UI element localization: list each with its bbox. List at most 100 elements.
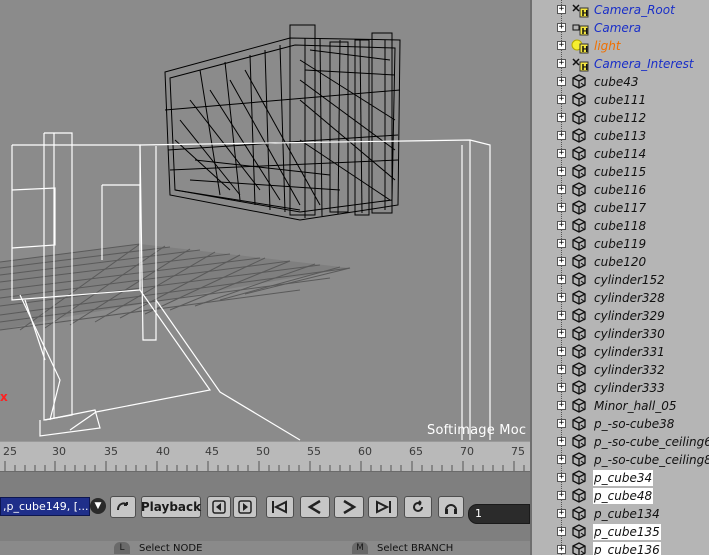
explorer-item[interactable]: + p_cube34: [532, 469, 709, 487]
explorer-item[interactable]: + cylinder152: [532, 271, 709, 289]
expand-icon[interactable]: +: [557, 491, 566, 500]
expand-icon[interactable]: +: [557, 149, 566, 158]
expand-icon[interactable]: +: [557, 23, 566, 32]
explorer-item[interactable]: + p_cube136: [532, 541, 709, 555]
explorer-item[interactable]: + cylinder332: [532, 361, 709, 379]
rewind-icon: [272, 500, 287, 514]
mouse-left-key: L: [114, 542, 130, 554]
expand-icon[interactable]: +: [557, 41, 566, 50]
explorer-item[interactable]: + cube120: [532, 253, 709, 271]
expand-icon[interactable]: +: [557, 383, 566, 392]
timeline[interactable]: 25 30 35 40 45 50 55 60 65 70 75: [0, 441, 530, 471]
light-icon: H: [571, 38, 589, 54]
viewport-scene[interactable]: [0, 0, 530, 441]
explorer-item[interactable]: + p_cube134: [532, 505, 709, 523]
expand-icon[interactable]: +: [557, 347, 566, 356]
explorer-item[interactable]: + cube111: [532, 91, 709, 109]
expand-icon[interactable]: +: [557, 473, 566, 482]
rewind-button[interactable]: [266, 496, 294, 518]
svg-text:H: H: [582, 27, 589, 36]
expand-icon[interactable]: +: [557, 275, 566, 284]
explorer-item[interactable]: + cylinder331: [532, 343, 709, 361]
expand-icon[interactable]: +: [557, 113, 566, 122]
expand-icon[interactable]: +: [557, 437, 566, 446]
explorer-item[interactable]: + cylinder329: [532, 307, 709, 325]
expand-icon[interactable]: +: [557, 59, 566, 68]
expand-icon[interactable]: +: [557, 419, 566, 428]
explorer-item[interactable]: + p_-so-cube_ceiling8: [532, 451, 709, 469]
explorer-item-label: cylinder330: [594, 327, 665, 341]
expand-icon[interactable]: +: [557, 5, 566, 14]
polymesh-icon: [571, 380, 589, 396]
expand-icon[interactable]: +: [557, 311, 566, 320]
expand-icon[interactable]: +: [557, 293, 566, 302]
play-backward-button[interactable]: [300, 496, 330, 518]
expand-icon[interactable]: +: [557, 131, 566, 140]
explorer-item[interactable]: + p_cube48: [532, 487, 709, 505]
expand-icon[interactable]: +: [557, 257, 566, 266]
expand-icon[interactable]: +: [557, 329, 566, 338]
explorer-item[interactable]: + cube113: [532, 127, 709, 145]
current-frame-field[interactable]: 1: [468, 504, 530, 524]
explorer-item[interactable]: + Minor_hall_05: [532, 397, 709, 415]
explorer-item[interactable]: + cube116: [532, 181, 709, 199]
status-select-branch: Select BRANCH: [377, 543, 454, 554]
loop-button[interactable]: [110, 496, 136, 518]
expand-icon[interactable]: +: [557, 365, 566, 374]
play-forward-icon: [343, 499, 357, 515]
timeline-frame-label: 75: [511, 445, 525, 458]
loop-toggle-button[interactable]: [404, 496, 432, 518]
scene-explorer[interactable]: + H Camera_Root + H Camera + Hlight + H Camera_Int…: [530, 0, 709, 555]
explorer-item[interactable]: + cylinder333: [532, 379, 709, 397]
first-frame-button[interactable]: [207, 496, 231, 518]
timeline-frame-label: 55: [307, 445, 321, 458]
explorer-item[interactable]: + H Camera_Interest: [532, 55, 709, 73]
polymesh-icon: [571, 272, 589, 288]
mouse-middle-key: M: [352, 542, 368, 554]
explorer-item[interactable]: + H Camera_Root: [532, 1, 709, 19]
explorer-item-label: cube43: [594, 75, 639, 89]
camera-icon: H: [571, 20, 589, 36]
explorer-item[interactable]: + cube114: [532, 145, 709, 163]
explorer-item[interactable]: + H Camera: [532, 19, 709, 37]
explorer-item[interactable]: + cube117: [532, 199, 709, 217]
expand-icon[interactable]: +: [557, 185, 566, 194]
3d-viewport[interactable]: x Softimage Moc: [0, 0, 530, 441]
fast-forward-button[interactable]: [368, 496, 398, 518]
explorer-item[interactable]: + cylinder328: [532, 289, 709, 307]
play-forward-button[interactable]: [334, 496, 364, 518]
explorer-item[interactable]: + cube119: [532, 235, 709, 253]
polymesh-icon: [571, 542, 589, 555]
polymesh-icon: [571, 254, 589, 270]
expand-icon[interactable]: +: [557, 455, 566, 464]
explorer-item-label: p_cube135: [593, 524, 661, 540]
expand-icon[interactable]: +: [557, 95, 566, 104]
polymesh-icon: [571, 416, 589, 432]
audio-button[interactable]: [438, 496, 464, 518]
polymesh-icon: [571, 344, 589, 360]
explorer-item[interactable]: + p_-so-cube38: [532, 415, 709, 433]
expand-icon[interactable]: +: [557, 527, 566, 536]
expand-icon[interactable]: +: [557, 509, 566, 518]
explorer-item[interactable]: + p_cube135: [532, 523, 709, 541]
expand-icon[interactable]: +: [557, 203, 566, 212]
explorer-item[interactable]: + cylinder330: [532, 325, 709, 343]
expand-icon[interactable]: +: [557, 401, 566, 410]
expand-icon[interactable]: +: [557, 221, 566, 230]
selection-dropdown-button[interactable]: ▼: [90, 498, 106, 514]
explorer-item[interactable]: + cube115: [532, 163, 709, 181]
explorer-item[interactable]: + cube118: [532, 217, 709, 235]
selection-field[interactable]: ,p_cube149, [...]: [0, 497, 90, 516]
expand-icon[interactable]: +: [557, 167, 566, 176]
explorer-item[interactable]: + p_-so-cube_ceiling6: [532, 433, 709, 451]
expand-icon[interactable]: +: [557, 545, 566, 554]
explorer-item[interactable]: + cube43: [532, 73, 709, 91]
expand-icon[interactable]: +: [557, 239, 566, 248]
explorer-item[interactable]: + cube112: [532, 109, 709, 127]
wireframe-cluster: [164, 24, 401, 221]
explorer-item[interactable]: + Hlight: [532, 37, 709, 55]
expand-icon[interactable]: +: [557, 77, 566, 86]
playback-button[interactable]: Playback: [141, 496, 201, 518]
polymesh-icon: [571, 452, 589, 468]
last-frame-button[interactable]: [233, 496, 257, 518]
